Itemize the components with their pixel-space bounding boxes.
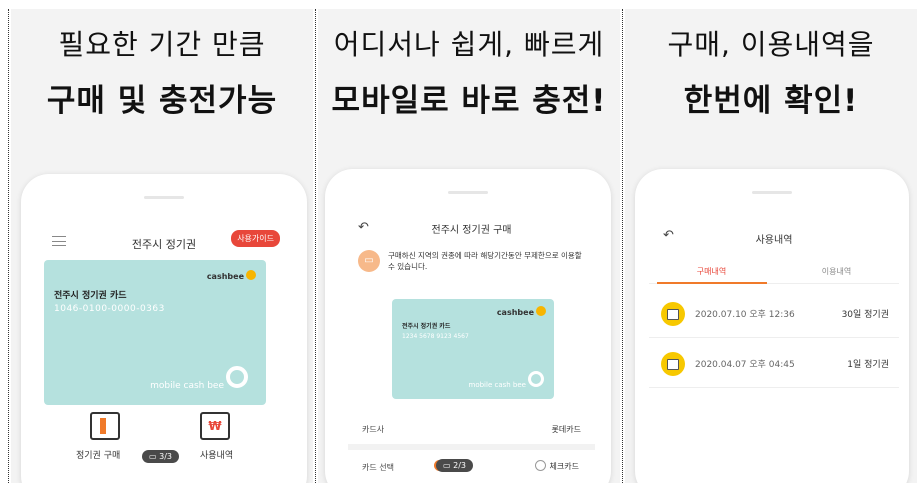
cashbee-b-icon (536, 306, 546, 316)
radio-unchecked-icon (534, 460, 546, 471)
cashbee-logo: cashbee (207, 270, 256, 281)
notice-text: 구매하신 지역의 권종에 따라 해당기간동안 무제한으로 이용할 수 있습니다. (388, 251, 582, 271)
headline-line-2: 모바일로 바로 충전! (331, 83, 607, 119)
card-company-label: 카드사 (362, 425, 385, 434)
ticket-icon[interactable] (90, 412, 120, 440)
radio-check-card-label: 체크카드 (549, 462, 579, 471)
headline-line-2: 구매 및 충전가능 (46, 83, 278, 119)
divider (8, 9, 9, 483)
tab-purchase-history[interactable]: 구매내역 (649, 266, 774, 277)
card-number: 1046-0100-0000-0363 (54, 304, 165, 314)
headline-line-1: 필요한 기간 만큼 (58, 28, 266, 61)
cashbee-circle-icon (226, 366, 248, 388)
phone-screen: ↶ 전주시 정기권 구매 ▭ 구매하신 지역의 권종에 따라 해당기간동안 무제… (348, 208, 595, 483)
item-pass-type: 1일 정기권 (847, 360, 889, 370)
buy-pass-label[interactable]: 정기권 구매 (76, 448, 120, 461)
transit-card: cashbee 전주시 정기권 카드 1234 5678 9123 4567 m… (392, 299, 554, 399)
divider (315, 9, 316, 483)
phone-screen: ↶ 사용내역 구매내역 이용내역 2020.07.10 오후 12:36 30일… (649, 214, 899, 483)
phone-mockup: 전주시 정기권 사용가이드 cashbee 전주시 정기권 카드 1046-01… (21, 174, 307, 483)
item-date: 2020.07.10 오후 12:36 (695, 310, 795, 320)
receipt-won-icon[interactable]: ₩ (200, 412, 230, 440)
cashbee-b-icon (246, 270, 256, 280)
divider (622, 9, 623, 483)
phone-speaker (448, 191, 488, 194)
phone-mockup: ↶ 사용내역 구매내역 이용내역 2020.07.10 오후 12:36 30일… (635, 169, 909, 483)
mobile-cashbee-logo: mobile cash bee (469, 371, 544, 389)
guide-button[interactable]: 사용가이드 (231, 230, 280, 247)
panel-mobile-charge: 어디서나 쉽게, 빠르게 모바일로 바로 충전! ↶ 전주시 정기권 구매 ▭ … (318, 9, 620, 483)
cashbee-logo-text: cashbee (206, 272, 244, 281)
mobile-cashbee-text: mobile cash bee (468, 381, 526, 389)
card-notice-icon: ▭ (358, 250, 380, 272)
phone-speaker (752, 191, 792, 194)
cashbee-logo-text: cashbee (496, 308, 534, 317)
promo-banner: 필요한 기간 만큼 구매 및 충전가능 전주시 정기권 사용가이드 cashbe… (0, 0, 922, 483)
page-indicator: ▭ 2/3 (436, 459, 473, 472)
mobile-cashbee-logo: mobile cash bee (150, 366, 248, 391)
headline-line-1: 어디서나 쉽게, 빠르게 (333, 28, 605, 61)
history-label[interactable]: 사용내역 (200, 448, 233, 461)
radio-check-card[interactable]: 체크카드 (534, 460, 579, 472)
card-number: 1234 5678 9123 4567 (402, 333, 469, 340)
list-item[interactable]: 2020.04.07 오후 04:45 1일 정기권 (649, 338, 899, 388)
phone-speaker (144, 196, 184, 199)
tab-bar: 구매내역 이용내역 (649, 258, 899, 284)
cashbee-logo: cashbee (497, 306, 546, 317)
page-indicator-text: 3/3 (159, 452, 172, 461)
card-select-label: 카드 선택 (362, 463, 394, 472)
phone-screen: 전주시 정기권 사용가이드 cashbee 전주시 정기권 카드 1046-01… (40, 224, 288, 483)
page-indicator: ▭ 3/3 (142, 450, 179, 463)
panel-history: 구매, 이용내역을 한번에 확인! ↶ 사용내역 구매내역 이용내역 2020.… (625, 9, 917, 483)
card-name: 전주시 정기권 카드 (402, 323, 451, 330)
card-company-row[interactable]: 카드사 롯데카드 (354, 412, 589, 444)
notice-box: ▭ 구매하신 지역의 권종에 따라 해당기간동안 무제한으로 이용할 수 있습니… (358, 248, 589, 278)
transit-card[interactable]: cashbee 전주시 정기권 카드 1046-0100-0000-0363 m… (44, 260, 266, 405)
app-header: 전주시 정기권 사용가이드 (40, 224, 288, 258)
panel-purchase: 필요한 기간 만큼 구매 및 충전가능 전주시 정기권 사용가이드 cashbe… (11, 9, 313, 483)
pass-coin-icon (661, 302, 685, 326)
headline-line-1: 구매, 이용내역을 (667, 28, 875, 61)
item-date: 2020.04.07 오후 04:45 (695, 360, 795, 370)
page-title: 전주시 정기권 구매 (431, 225, 512, 236)
mobile-cashbee-text: mobile cash bee (150, 381, 224, 391)
page-indicator-text: 2/3 (453, 461, 466, 470)
phone-mockup: ↶ 전주시 정기권 구매 ▭ 구매하신 지역의 권종에 따라 해당기간동안 무제… (325, 169, 611, 483)
list-item[interactable]: 2020.07.10 오후 12:36 30일 정기권 (649, 288, 899, 338)
active-tab-indicator (657, 282, 767, 284)
page-title: 사용내역 (755, 235, 793, 246)
card-company-value: 롯데카드 (551, 425, 581, 434)
tab-usage-history[interactable]: 이용내역 (774, 266, 899, 277)
cashbee-circle-icon (528, 371, 544, 387)
card-name: 전주시 정기권 카드 (54, 291, 127, 301)
pass-coin-icon (661, 352, 685, 376)
headline-line-2: 한번에 확인! (683, 83, 859, 119)
item-pass-type: 30일 정기권 (841, 310, 889, 320)
